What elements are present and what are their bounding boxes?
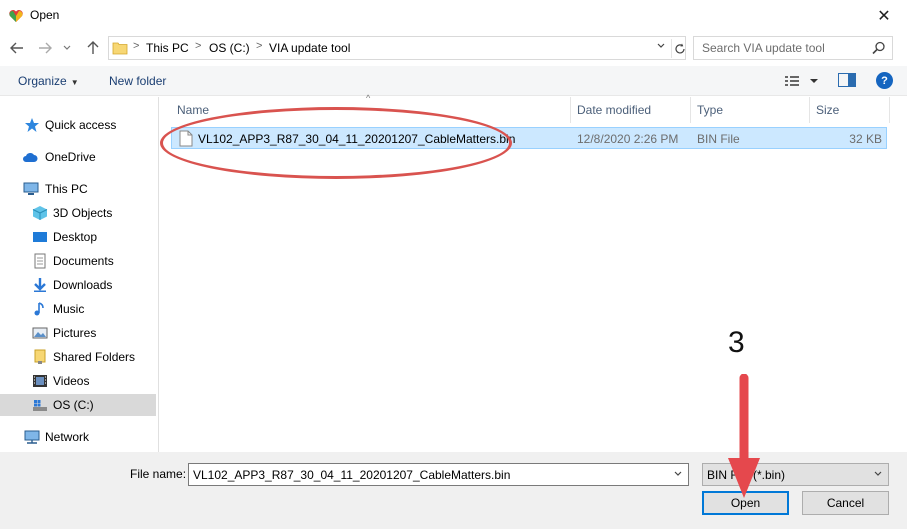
sidebar-item-label: OS (C:) — [53, 398, 94, 412]
change-view-button[interactable] — [784, 73, 824, 89]
breadcrumb-separator: > — [195, 40, 202, 52]
help-button[interactable]: ? — [876, 72, 893, 89]
breadcrumb-separator: > — [133, 40, 140, 52]
column-header-date-modified[interactable]: Date modified — [570, 97, 690, 123]
command-bar: Organize ▼ New folder ? — [0, 66, 907, 96]
file-name-dropdown[interactable] — [674, 469, 682, 479]
shared-folder-icon — [34, 349, 46, 364]
arrow-right-icon — [39, 42, 52, 54]
desktop-icon — [33, 232, 47, 242]
back-button[interactable] — [6, 37, 28, 59]
breadcrumb-this-pc[interactable]: This PC — [146, 41, 189, 55]
sidebar-item-documents[interactable]: Documents — [0, 250, 156, 272]
sidebar-item-shared-folders[interactable]: Shared Folders — [0, 346, 156, 368]
dialog-footer: File name: BIN File (*.bin) Open Cancel — [0, 452, 907, 529]
cube-icon — [32, 206, 48, 220]
sidebar-item-os-c[interactable]: OS (C:) — [0, 394, 156, 416]
file-name-input[interactable] — [188, 463, 689, 486]
sidebar-item-downloads[interactable]: Downloads — [0, 274, 156, 296]
annotation-step-number: 3 — [728, 326, 745, 359]
sidebar-item-label: Music — [53, 302, 85, 316]
search-input[interactable] — [702, 41, 872, 55]
file-name-label: File name: — [130, 467, 187, 481]
chevron-down-icon — [657, 43, 665, 48]
cancel-button[interactable]: Cancel — [802, 491, 889, 515]
close-button[interactable]: ✕ — [861, 0, 907, 32]
annotation-highlight-oval — [160, 107, 512, 179]
up-button[interactable] — [82, 37, 104, 59]
column-header-type[interactable]: Type — [690, 97, 809, 123]
sidebar-item-label: 3D Objects — [53, 206, 113, 220]
preview-pane-icon — [848, 74, 855, 86]
sidebar-item-label: Pictures — [53, 326, 97, 340]
caret-down-icon: ▼ — [70, 78, 79, 87]
address-row: > This PC > OS (C:) > VIA update tool — [0, 34, 907, 62]
address-bar[interactable]: > This PC > OS (C:) > VIA update tool — [108, 36, 686, 60]
breadcrumb-separator: > — [256, 40, 263, 52]
chevron-down-icon — [874, 469, 882, 479]
annotation-arrow-icon — [728, 374, 760, 498]
refresh-icon — [675, 43, 685, 54]
arrow-left-icon — [10, 42, 23, 54]
window-title: Open — [30, 8, 60, 22]
file-date-modified: 12/8/2020 2:26 PM — [577, 132, 679, 146]
video-icon — [33, 375, 47, 387]
recent-locations-button[interactable] — [60, 37, 74, 59]
music-icon — [34, 302, 44, 316]
sidebar-item-pictures[interactable]: Pictures — [0, 322, 156, 344]
search-box[interactable] — [693, 36, 893, 60]
download-icon — [34, 278, 46, 292]
sidebar-item-label: Network — [45, 430, 90, 444]
preview-pane-button[interactable] — [838, 73, 856, 87]
column-header-size[interactable]: Size — [809, 97, 889, 123]
pictures-icon — [32, 327, 48, 339]
folder-icon — [112, 42, 128, 55]
sidebar-item-label: OneDrive — [45, 150, 96, 164]
view-details-icon — [785, 76, 818, 86]
chevron-down-icon — [674, 471, 682, 476]
column-divider[interactable] — [889, 97, 890, 123]
cloud-icon — [23, 152, 38, 162]
sidebar-item-label: Downloads — [53, 278, 113, 292]
star-icon — [25, 118, 39, 132]
breadcrumb-os-c[interactable]: OS (C:) — [209, 41, 250, 55]
navigation-pane[interactable]: Quick access OneDrive This PC 3D Objects… — [0, 97, 158, 452]
file-size: 32 KB — [849, 132, 882, 146]
sidebar-item-label: Videos — [53, 374, 90, 388]
new-folder-button[interactable]: New folder — [109, 74, 166, 88]
arrow-up-icon — [87, 41, 99, 54]
drive-icon — [33, 400, 47, 411]
organize-menu[interactable]: Organize ▼ — [18, 74, 79, 88]
sidebar-item-onedrive[interactable]: OneDrive — [0, 146, 156, 168]
file-type: BIN File — [697, 132, 740, 146]
sidebar-item-this-pc[interactable]: This PC — [0, 178, 156, 200]
sidebar-item-label: Desktop — [53, 230, 98, 244]
sidebar-item-label: Quick access — [45, 118, 117, 132]
address-history-dropdown[interactable] — [657, 41, 665, 51]
sidebar-item-quick-access[interactable]: Quick access — [0, 114, 156, 136]
document-icon — [34, 253, 46, 269]
sidebar-item-label: Documents — [53, 254, 114, 268]
sidebar-item-videos[interactable]: Videos — [0, 370, 156, 392]
sidebar-item-music[interactable]: Music — [0, 298, 156, 320]
network-icon — [24, 430, 40, 444]
close-icon: ✕ — [877, 8, 891, 25]
forward-button[interactable] — [34, 37, 56, 59]
app-heart-icon — [9, 10, 23, 22]
search-icon[interactable] — [872, 41, 886, 55]
sidebar-item-network[interactable]: Network — [0, 426, 156, 448]
sidebar-item-label: Shared Folders — [53, 350, 136, 364]
breadcrumb-via-update-tool[interactable]: VIA update tool — [269, 41, 350, 55]
sidebar-item-3d-objects[interactable]: 3D Objects — [0, 202, 156, 224]
computer-icon — [23, 182, 39, 195]
sidebar-item-label: This PC — [45, 182, 88, 196]
title-bar: Open ✕ — [0, 0, 907, 32]
chevron-down-icon — [63, 45, 71, 50]
organize-label: Organize — [18, 74, 67, 88]
sidebar-item-desktop[interactable]: Desktop — [0, 226, 156, 248]
refresh-button[interactable] — [671, 39, 685, 58]
